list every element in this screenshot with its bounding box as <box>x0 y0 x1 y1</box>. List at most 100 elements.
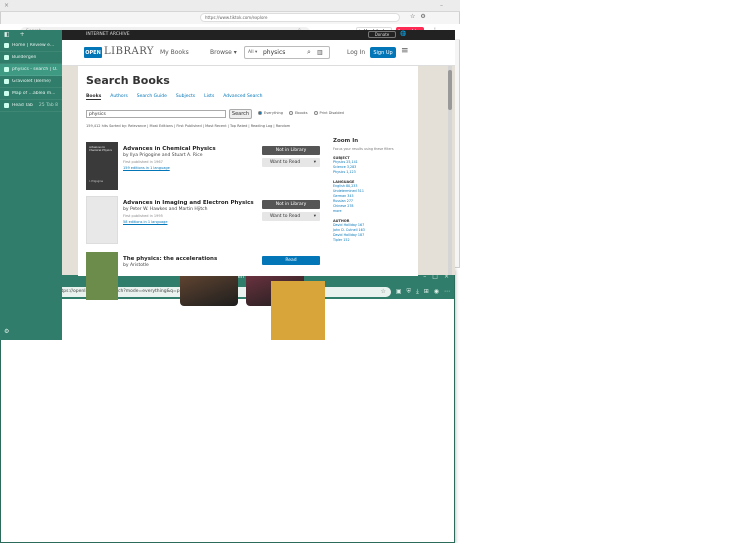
search-button[interactable]: Search <box>229 109 252 119</box>
sidebar-tab[interactable]: Home | Review e... <box>0 40 62 52</box>
result-row: Advances in Chemical Physics I. Prigogine… <box>86 142 326 192</box>
new-tab-icon[interactable]: + <box>20 32 25 38</box>
profile-icon[interactable]: ◉ <box>434 288 439 295</box>
search-content: Search Books Books Authors Search Guide Sub… <box>78 66 418 300</box>
sidebar-toggle-icon[interactable]: ◧ <box>4 32 10 38</box>
favicon-icon <box>4 91 9 96</box>
tab-advanced-search[interactable]: Advanced Search <box>223 94 262 100</box>
facet-item[interactable]: Tipler 152 <box>333 238 413 243</box>
language-icon[interactable]: 🌐 <box>400 31 406 37</box>
downloads-icon[interactable]: ⤓ <box>416 288 419 295</box>
sidebar-tab[interactable]: Map of ...ablea m... <box>0 88 62 100</box>
radio-ebooks[interactable]: Ebooks <box>288 111 308 115</box>
minimize-icon[interactable]: – <box>440 3 443 9</box>
search-input[interactable]: physics <box>86 110 226 118</box>
sidebar-tab-list: Home | Review e... Buildergen physics - se… <box>0 40 62 112</box>
result-row: The physics: the accelerations by Aristot… <box>86 252 326 302</box>
facet-item[interactable]: more <box>333 209 413 214</box>
signup-button[interactable]: Sign Up <box>370 47 396 58</box>
chevron-down-icon[interactable]: ▾ <box>314 214 320 219</box>
sidebar-tab-label: physics - search | O... <box>12 67 58 72</box>
extensions-icon[interactable]: ⊞ <box>424 288 429 295</box>
browser-window-openlibrary: ● ▤ physics | Search | Open Library – □ … <box>0 30 455 543</box>
shield-icon[interactable]: ⛨ <box>407 288 412 295</box>
sidebar-tab-label: Home | Review e... <box>12 43 55 48</box>
search-scope-select[interactable]: All ▾ <box>248 50 257 55</box>
not-in-library-button[interactable]: Not in Library <box>262 146 320 155</box>
login-link[interactable]: Log In <box>347 49 365 56</box>
reader-icon[interactable]: ▣ <box>396 288 402 295</box>
book-cover[interactable] <box>86 252 118 300</box>
ol-header: OPEN LIBRARY My Books Browse ▾ All ▾ phy… <box>62 40 455 66</box>
cover-title: Advances in Chemical Physics <box>89 146 112 152</box>
sidebar-tab-extra: 25 Tab 8 <box>38 103 58 108</box>
header-search-input[interactable]: physics <box>263 49 285 56</box>
facet-item[interactable]: Physics 1,123 <box>333 170 413 175</box>
sidebar-tab[interactable]: Head Tab 25 Tab 8 <box>0 100 62 112</box>
book-published: First published in 1967 <box>123 160 163 164</box>
book-title[interactable]: Advances in Chemical Physics <box>123 146 216 152</box>
sidebar-tab[interactable]: Buildergen <box>0 52 62 64</box>
radio-print-disabled[interactable]: Print Disabled <box>313 111 344 115</box>
book-author[interactable]: by Aristotle <box>123 263 149 268</box>
favicon-icon <box>4 43 9 48</box>
settings-icon[interactable]: ⚙ <box>4 329 9 335</box>
bookmark-star-icon[interactable]: ☆ <box>380 288 385 295</box>
book-title[interactable]: Advances in Imaging and Electron Physics <box>123 200 254 206</box>
want-to-read-dropdown[interactable]: Want to Read ▾ <box>262 212 320 221</box>
book-editions[interactable]: 58 editions in 1 language <box>123 220 168 224</box>
want-to-read-label: Want to Read <box>270 160 301 165</box>
radio-everything[interactable]: Everything <box>258 111 283 115</box>
book-author[interactable]: by Peter W. Hawkes and Martin Hÿtch <box>123 207 208 212</box>
book-cover[interactable] <box>86 196 118 244</box>
ia-label[interactable]: INTERNET ARCHIVE <box>86 32 130 37</box>
want-to-read-dropdown[interactable]: Want to Read ▾ <box>262 158 320 167</box>
sidebar-tab-label: Head Tab <box>12 103 33 108</box>
search-tabs: Books Authors Search Guide Subjects Lists Adv… <box>86 94 262 100</box>
tab-books[interactable]: Books <box>86 94 102 100</box>
book-title[interactable]: The physics: the accelerations <box>123 256 217 262</box>
book-author[interactable]: by Ilya Prigogine and Stuart A. Rice <box>123 153 203 158</box>
search-icon[interactable]: ⌕ <box>307 48 311 57</box>
mybooks-link[interactable]: My Books <box>160 49 189 56</box>
logo-open[interactable]: OPEN <box>84 47 102 58</box>
sidebar-tab[interactable]: physics - search | O... <box>0 64 62 76</box>
not-in-library-button[interactable]: Not in Library <box>262 200 320 209</box>
zoom-in-panel: Zoom In Focus your results using these f… <box>333 138 413 276</box>
sort-line: 159,412 hits Sorted by: Relevance | Most… <box>86 124 291 128</box>
extensions-icon[interactable]: ⚙ <box>420 14 425 20</box>
close-icon[interactable]: × <box>4 3 9 9</box>
favicon-icon <box>4 79 9 84</box>
tab-subjects[interactable]: Subjects <box>176 94 195 100</box>
scope-label: All <box>248 50 254 55</box>
book-editions[interactable]: 159 editions in 1 language <box>123 166 170 170</box>
radio-dot-icon <box>258 111 262 115</box>
barcode-icon[interactable]: ▥ <box>317 49 323 56</box>
tab-search-guide[interactable]: Search Guide <box>137 94 167 100</box>
menu-icon[interactable]: ⋯ <box>444 288 450 295</box>
logo-library[interactable]: LIBRARY <box>104 46 154 57</box>
chevron-down-icon[interactable]: ▾ <box>314 160 320 165</box>
scrollbar-thumb[interactable] <box>448 70 452 110</box>
page-title: Search Books <box>86 74 170 87</box>
header-search-box: All ▾ physics ⌕ ▥ <box>244 46 330 59</box>
book-published: First published in 1995 <box>123 214 163 218</box>
radio-label: Everything <box>264 111 283 115</box>
tiktok-toolbar-icons: ☆ ⚙ <box>410 14 426 20</box>
hamburger-icon[interactable]: ≡ <box>401 46 409 56</box>
donate-button[interactable]: Donate <box>368 31 396 38</box>
tab-lists[interactable]: Lists <box>204 94 214 100</box>
radio-label: Ebooks <box>294 111 308 115</box>
tiktok-url-bar[interactable]: https://www.tiktok.com/explore <box>200 13 400 22</box>
not-in-library-button[interactable]: Read <box>262 256 320 265</box>
facet-list: SUBJECT Physics 25,141 Science 3,283 Physic… <box>333 156 413 243</box>
page-scrollbar[interactable] <box>448 66 452 275</box>
bookmark-icon[interactable]: ☆ <box>410 14 415 20</box>
zoom-in-title: Zoom In <box>333 138 359 144</box>
sidebar-header: ◧ + <box>0 30 62 40</box>
radio-dot-icon <box>288 111 293 115</box>
tab-authors[interactable]: Authors <box>110 94 128 100</box>
book-cover[interactable]: Advances in Chemical Physics I. Prigogine <box>86 142 118 190</box>
browse-menu[interactable]: Browse ▾ <box>210 49 237 56</box>
sidebar-tab[interactable]: Graviolet (Berne) <box>0 76 62 88</box>
